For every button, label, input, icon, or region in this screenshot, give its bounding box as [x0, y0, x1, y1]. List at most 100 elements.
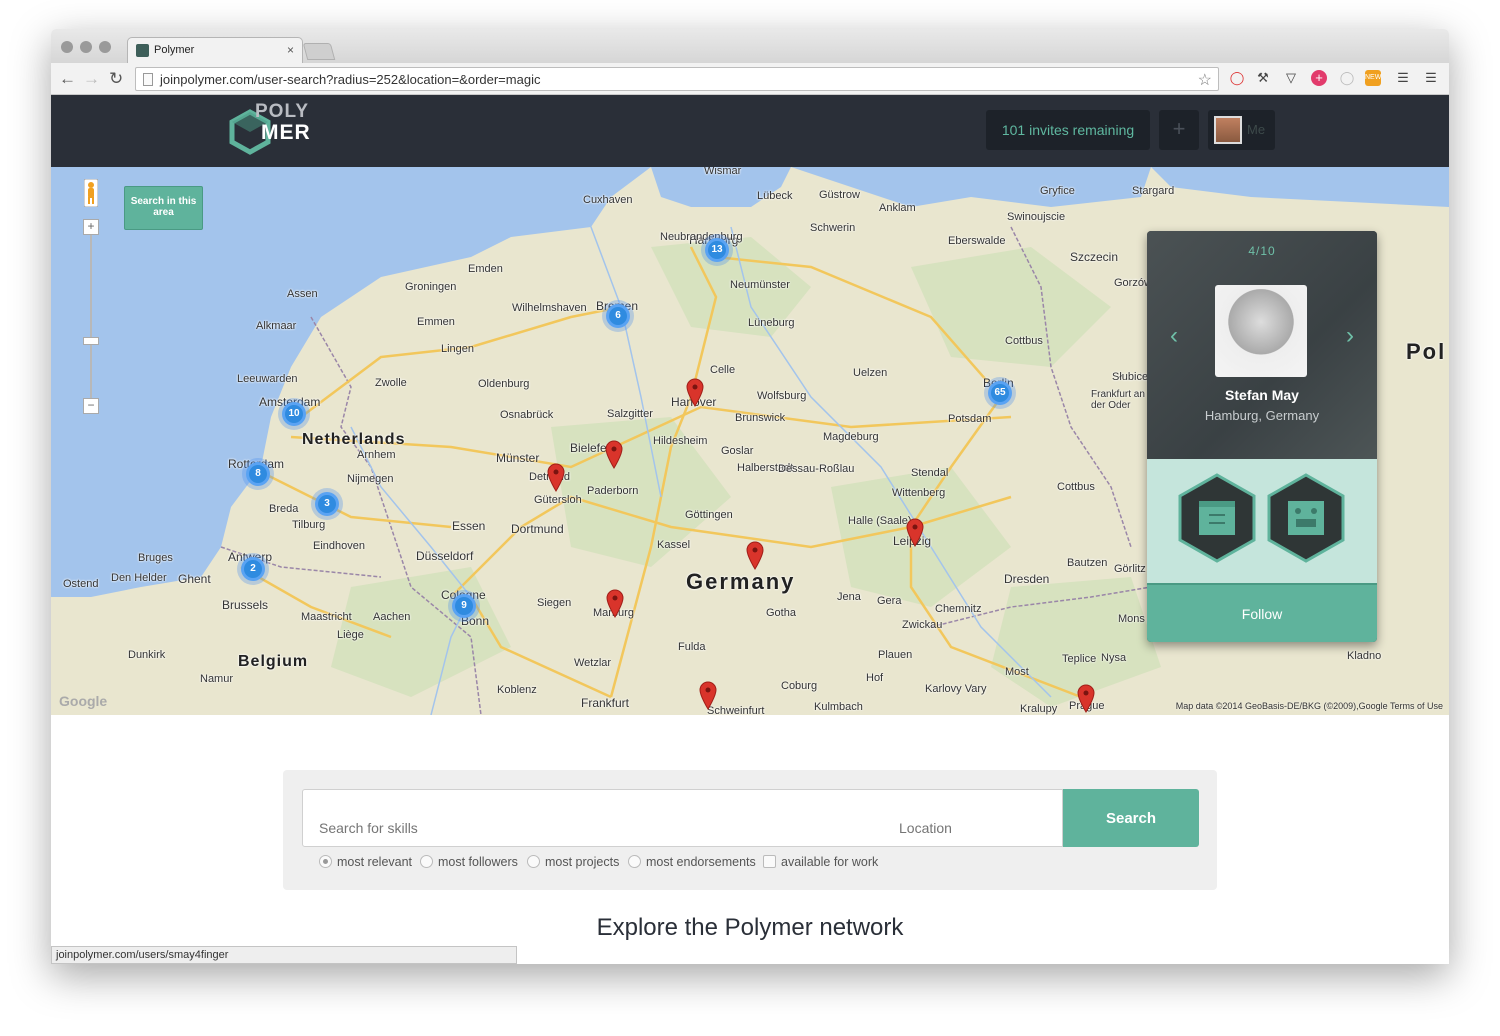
map-label-city: Assen	[287, 288, 318, 300]
zoom-in-button[interactable]: +	[83, 219, 99, 235]
search-in-area-button[interactable]: Search in this area	[124, 186, 203, 230]
radio-icon[interactable]	[628, 855, 641, 868]
zoom-slider-handle[interactable]	[83, 337, 99, 345]
profile-name[interactable]: Stefan May	[1147, 387, 1377, 403]
circuit-board-hex-icon[interactable]	[1266, 473, 1346, 563]
map-label-city: Wilhelmshaven	[512, 302, 587, 314]
layers-extension-icon[interactable]: ☰	[1395, 70, 1411, 86]
follow-button[interactable]: Follow	[1147, 583, 1377, 642]
map-label-poland: Pol	[1406, 339, 1447, 364]
maximize-window-icon[interactable]	[99, 41, 111, 53]
skills-search-input[interactable]	[302, 789, 882, 847]
map-label-city: Düsseldorf	[416, 549, 474, 563]
map-cluster[interactable]: 3	[315, 492, 339, 516]
tab-close-icon[interactable]: ×	[287, 43, 294, 57]
map-label-city: Lübeck	[757, 190, 793, 202]
address-bar[interactable]: joinpolymer.com/user-search?radius=252&l…	[135, 67, 1219, 91]
map-label-city: Anklam	[879, 202, 916, 214]
map-pin-icon[interactable]	[1076, 683, 1096, 713]
wrench-extension-icon[interactable]: ⚒	[1255, 70, 1271, 86]
project-hex-icon[interactable]	[1177, 473, 1257, 563]
map-label-city: Gera	[877, 595, 902, 607]
shield-extension-icon[interactable]: ◯	[1339, 70, 1355, 86]
user-menu-button[interactable]: Me	[1208, 110, 1275, 150]
map-pin-icon[interactable]	[745, 540, 765, 570]
map-label-city: Dessau-Roßlau	[778, 463, 855, 475]
sort-option-label: most endorsements	[646, 855, 756, 869]
map-label-city: Swinoujscie	[1007, 211, 1066, 223]
forward-arrow-icon[interactable]: →	[83, 69, 100, 89]
google-logo[interactable]: Google	[59, 693, 107, 709]
browser-tab[interactable]: Polymer ×	[127, 37, 303, 63]
map-label-city: Magdeburg	[823, 431, 879, 443]
zoom-out-button[interactable]: −	[83, 398, 99, 414]
page-icon	[143, 73, 153, 86]
map-pin-icon[interactable]	[905, 517, 925, 547]
map-label-city: Liège	[337, 629, 364, 641]
map-cluster[interactable]: 6	[606, 304, 630, 328]
sort-option-most-projects[interactable]: most projects	[527, 855, 619, 869]
map-label-city: Münster	[496, 451, 540, 465]
map-cluster[interactable]: 13	[705, 238, 729, 262]
radio-icon[interactable]	[420, 855, 433, 868]
invites-button[interactable]: 101 invites remaining	[986, 110, 1150, 150]
map-label-city: Cottbus	[1005, 335, 1043, 347]
street-view-pegman-icon[interactable]	[84, 179, 98, 207]
site-header: POLY MER 101 invites remaining + Me	[51, 95, 1449, 167]
radio-icon[interactable]	[527, 855, 540, 868]
map-label-city: Wittenberg	[892, 487, 946, 499]
map-attribution[interactable]: Map data ©2014 GeoBasis-DE/BKG (©2009),G…	[1176, 701, 1443, 711]
add-button[interactable]: +	[1159, 110, 1199, 150]
menu-icon[interactable]: ☰	[1423, 70, 1439, 86]
map-label-city: Fulda	[678, 641, 706, 653]
search-button[interactable]: Search	[1063, 789, 1199, 847]
opera-extension-icon[interactable]: ◯	[1229, 70, 1245, 86]
tab-bar: Polymer ×	[51, 29, 1449, 63]
map-pin-icon[interactable]	[604, 439, 624, 469]
map[interactable]: Germany Netherlands Belgium Pol Hamburg …	[51, 167, 1449, 715]
map-cluster[interactable]: 65	[988, 381, 1012, 405]
map-label-city: Teplice	[1062, 653, 1097, 665]
map-label-city: Siegen	[537, 597, 572, 609]
map-pin-icon[interactable]	[605, 588, 625, 618]
previous-profile-icon[interactable]: ‹	[1159, 321, 1189, 351]
search-panel: Search most relevant most followers most…	[283, 770, 1217, 890]
bookmark-star-icon[interactable]: ☆	[1198, 70, 1212, 90]
next-profile-icon[interactable]: ›	[1335, 321, 1365, 351]
map-label-belgium: Belgium	[238, 653, 309, 670]
map-label-city: Kralupy	[1020, 703, 1058, 715]
back-arrow-icon[interactable]: ←	[59, 69, 76, 89]
map-label-city: Schwerin	[810, 222, 856, 234]
close-window-icon[interactable]	[61, 41, 73, 53]
profile-counter: 4/10	[1248, 244, 1276, 258]
map-cluster[interactable]: 2	[241, 557, 265, 581]
sort-option-most-followers[interactable]: most followers	[420, 855, 518, 869]
new-extension-icon[interactable]: NEW	[1365, 70, 1381, 86]
map-label-city: Hildesheim	[653, 435, 708, 447]
pocket-extension-icon[interactable]: ▽	[1283, 70, 1299, 86]
profile-card: 4/10 ‹ › Stefan May Hamburg, Germany Fol…	[1147, 231, 1377, 642]
sort-option-most-relevant[interactable]: most relevant	[319, 855, 412, 869]
map-pin-icon[interactable]	[546, 462, 566, 492]
sort-option-most-endorsements[interactable]: most endorsements	[628, 855, 756, 869]
map-pin-icon[interactable]	[685, 377, 705, 407]
profile-photo[interactable]	[1215, 285, 1307, 377]
map-cluster[interactable]: 10	[282, 402, 306, 426]
location-input[interactable]	[881, 789, 1063, 847]
reload-icon[interactable]: ↻	[109, 69, 123, 89]
plus-extension-icon[interactable]: +	[1311, 70, 1327, 86]
explore-heading: Explore the Polymer network	[596, 914, 904, 941]
map-label-city: Salzgitter	[607, 408, 653, 420]
available-for-work-checkbox[interactable]: available for work	[763, 855, 878, 869]
map-label-city: Plauen	[878, 649, 913, 661]
radio-selected-icon[interactable]	[319, 855, 332, 868]
zoom-slider-track[interactable]	[90, 225, 92, 405]
new-tab-button[interactable]	[302, 43, 336, 60]
minimize-window-icon[interactable]	[80, 41, 92, 53]
map-cluster[interactable]: 8	[246, 462, 270, 486]
checkbox-icon[interactable]	[763, 855, 776, 868]
map-cluster[interactable]: 9	[452, 594, 476, 618]
map-pin-icon[interactable]	[698, 680, 718, 710]
map-label-city: Szczecin	[1070, 250, 1119, 264]
map-label-city: Koblenz	[497, 684, 537, 696]
